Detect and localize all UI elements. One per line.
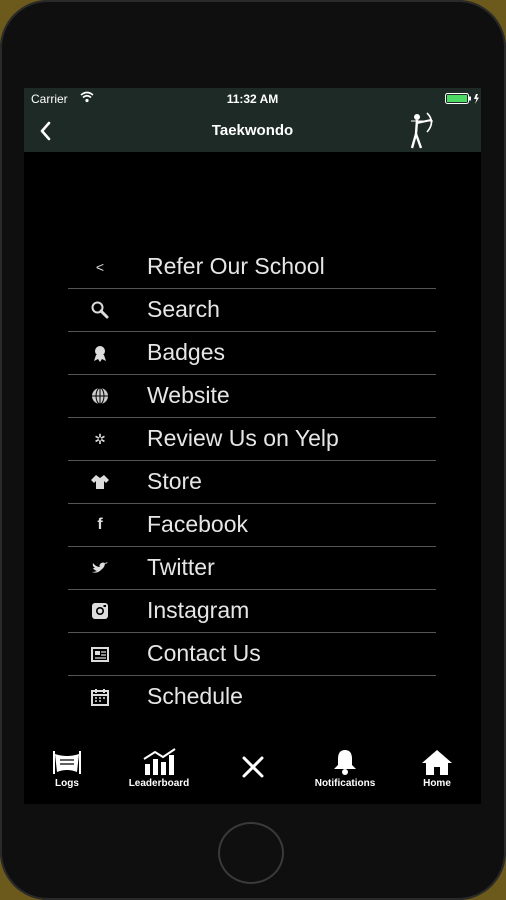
status-bar: Carrier 11:32 AM (24, 88, 481, 110)
globe-icon (90, 386, 110, 406)
menu-item-instagram[interactable]: Instagram (68, 590, 436, 633)
menu-item-refer[interactable]: < Refer Our School (68, 246, 436, 289)
menu-item-label: Contact Us (147, 640, 261, 666)
battery-icon (445, 93, 479, 104)
tab-bar: Logs Leaderboard Notifications Home (24, 740, 481, 804)
tab-leaderboard-label: Leaderboard (128, 778, 190, 789)
tab-logs[interactable]: Logs (24, 748, 110, 789)
twitter-icon (90, 558, 110, 578)
menu-item-label: Website (147, 382, 230, 408)
badge-icon (90, 343, 110, 363)
menu-list: < Refer Our School Search Badges Website… (68, 246, 436, 718)
instagram-icon (90, 601, 110, 621)
facebook-icon: f (97, 516, 103, 533)
menu-item-label: Refer Our School (147, 253, 325, 279)
contact-card-icon (90, 644, 110, 664)
menu-item-twitter[interactable]: Twitter (68, 547, 436, 590)
tab-leaderboard[interactable]: Leaderboard (116, 748, 202, 789)
logs-icon (53, 751, 81, 774)
tab-home-label: Home (423, 778, 451, 789)
menu-item-label: Badges (147, 339, 226, 365)
search-icon (90, 300, 110, 320)
nav-bar: Taekwondo (24, 110, 481, 152)
close-icon (242, 756, 264, 778)
hardware-home-button[interactable] (218, 822, 284, 884)
menu-item-label: Schedule (147, 683, 243, 709)
close-menu-button[interactable] (210, 754, 296, 780)
menu-item-label: Store (147, 468, 202, 494)
uniform-icon (90, 472, 110, 492)
menu-item-facebook[interactable]: f Facebook (68, 504, 436, 547)
calendar-icon (90, 687, 110, 707)
tab-notifications-label: Notifications (314, 778, 376, 789)
menu-item-search[interactable]: Search (68, 289, 436, 332)
menu-item-store[interactable]: Store (68, 461, 436, 504)
menu-item-label: Facebook (147, 511, 249, 537)
tab-home[interactable]: Home (394, 748, 480, 789)
bell-icon (334, 750, 356, 775)
clock: 11:32 AM (226, 92, 279, 106)
tab-notifications[interactable]: Notifications (302, 748, 388, 789)
app-screen: Carrier 11:32 AM Taekwondo < Refer Our S… (24, 88, 481, 804)
menu-item-yelp[interactable]: ✲ Review Us on Yelp (68, 418, 436, 461)
share-icon: < (95, 259, 105, 275)
house-icon (422, 750, 452, 775)
yelp-icon: ✲ (94, 431, 106, 447)
menu-item-schedule[interactable]: Schedule (68, 676, 436, 718)
tab-logs-label: Logs (55, 778, 79, 789)
menu-item-label: Twitter (147, 554, 215, 580)
menu-item-label: Search (147, 296, 220, 322)
menu-item-label: Review Us on Yelp (147, 425, 339, 451)
menu-item-contact[interactable]: Contact Us (68, 633, 436, 676)
menu-item-website[interactable]: Website (68, 375, 436, 418)
bar-chart-icon (143, 748, 176, 775)
archer-logo-icon (403, 110, 439, 152)
menu-item-label: Instagram (147, 597, 250, 623)
menu-item-badges[interactable]: Badges (68, 332, 436, 375)
